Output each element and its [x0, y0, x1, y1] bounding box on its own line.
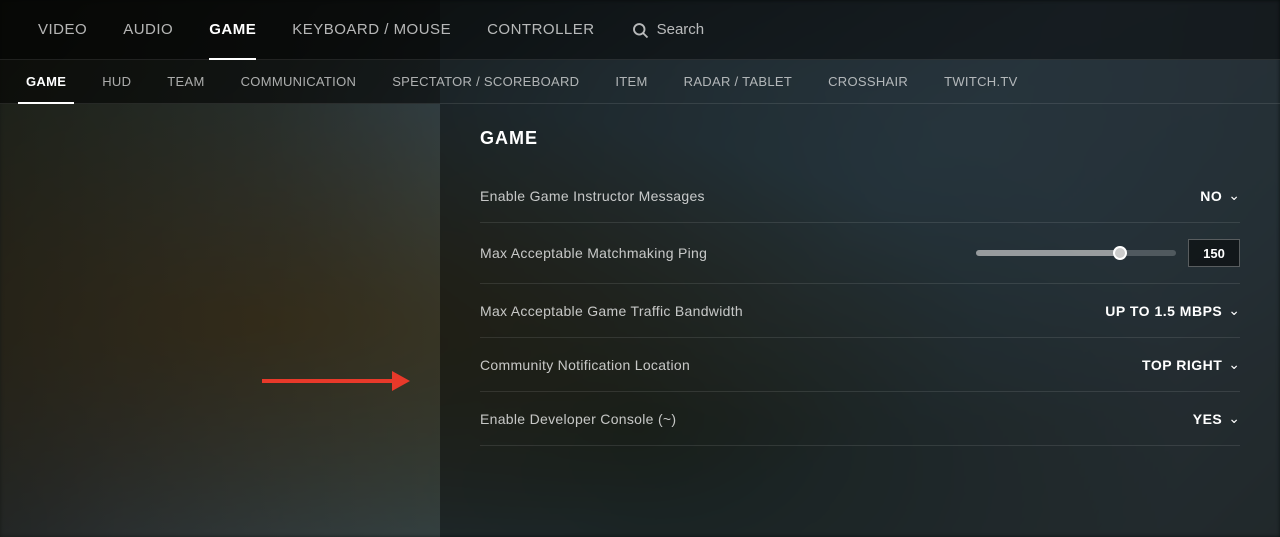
setting-label-bandwidth: Max Acceptable Game Traffic Bandwidth: [480, 303, 743, 319]
content-area: Game Enable Game Instructor Messages NO …: [0, 104, 1280, 537]
section-title: Game: [480, 128, 1240, 149]
sub-nav-twitchtv[interactable]: Twitch.tv: [928, 60, 1033, 104]
setting-control-bandwidth[interactable]: UP TO 1.5 MBPS ⌄: [1105, 302, 1240, 319]
search-label: Search: [657, 21, 705, 38]
search-button[interactable]: Search: [613, 0, 723, 60]
setting-control-developer-console[interactable]: YES ⌄: [1193, 410, 1240, 427]
sub-nav-hud[interactable]: Hud: [86, 60, 147, 104]
nav-item-controller[interactable]: Controller: [469, 0, 613, 60]
sub-nav-crosshair[interactable]: Crosshair: [812, 60, 924, 104]
setting-value-enable-game-instructor: NO: [1200, 188, 1222, 204]
setting-row-developer-console: Enable Developer Console (~) YES ⌄: [480, 392, 1240, 446]
setting-label-max-ping: Max Acceptable Matchmaking Ping: [480, 245, 707, 261]
setting-row-enable-game-instructor: Enable Game Instructor Messages NO ⌄: [480, 169, 1240, 223]
setting-row-notification-location: Community Notification Location TOP RIGH…: [480, 338, 1240, 392]
setting-row-bandwidth: Max Acceptable Game Traffic Bandwidth UP…: [480, 284, 1240, 338]
chevron-down-icon-notification: ⌄: [1228, 356, 1240, 373]
sub-nav-team[interactable]: Team: [151, 60, 220, 104]
sub-nav-radar-tablet[interactable]: Radar / Tablet: [668, 60, 808, 104]
chevron-down-icon: ⌄: [1228, 187, 1240, 204]
setting-row-max-ping: Max Acceptable Matchmaking Ping 150: [480, 223, 1240, 284]
sub-nav-communication[interactable]: Communication: [225, 60, 373, 104]
nav-item-video[interactable]: Video: [20, 0, 105, 60]
slider-fill-ping: [976, 250, 1120, 256]
nav-item-audio[interactable]: Audio: [105, 0, 191, 60]
sub-nav-spectator-scoreboard[interactable]: Spectator / Scoreboard: [376, 60, 595, 104]
slider-value-ping[interactable]: 150: [1188, 239, 1240, 267]
setting-value-developer-console: YES: [1193, 411, 1223, 427]
settings-panel: Game Enable Game Instructor Messages NO …: [440, 104, 1280, 537]
arrow-shaft: [262, 379, 392, 383]
setting-value-bandwidth: UP TO 1.5 MBPS: [1105, 303, 1222, 319]
arrow-head: [392, 371, 410, 391]
setting-control-notification-location[interactable]: TOP RIGHT ⌄: [1142, 356, 1240, 373]
setting-label-developer-console: Enable Developer Console (~): [480, 411, 676, 427]
arrow-indicator: [262, 371, 410, 391]
setting-value-notification-location: TOP RIGHT: [1142, 357, 1222, 373]
sub-nav-item[interactable]: Item: [599, 60, 663, 104]
chevron-down-icon-bandwidth: ⌄: [1228, 302, 1240, 319]
sub-nav-game[interactable]: Game: [10, 60, 82, 104]
chevron-down-icon-developer-console: ⌄: [1228, 410, 1240, 427]
main-nav: Video Audio Game Keyboard / Mouse Contro…: [0, 0, 1280, 60]
content-left: [0, 104, 440, 537]
setting-control-enable-game-instructor[interactable]: NO ⌄: [1200, 187, 1240, 204]
setting-label-notification-location: Community Notification Location: [480, 357, 690, 373]
setting-control-max-ping: 150: [976, 239, 1240, 267]
slider-track-ping[interactable]: [976, 250, 1176, 256]
sub-nav: Game Hud Team Communication Spectator / …: [0, 60, 1280, 104]
slider-thumb-ping[interactable]: [1113, 246, 1127, 260]
setting-label-enable-game-instructor: Enable Game Instructor Messages: [480, 188, 705, 204]
nav-item-game[interactable]: Game: [191, 0, 274, 60]
search-icon: [631, 21, 649, 39]
nav-item-keyboard-mouse[interactable]: Keyboard / Mouse: [274, 0, 469, 60]
